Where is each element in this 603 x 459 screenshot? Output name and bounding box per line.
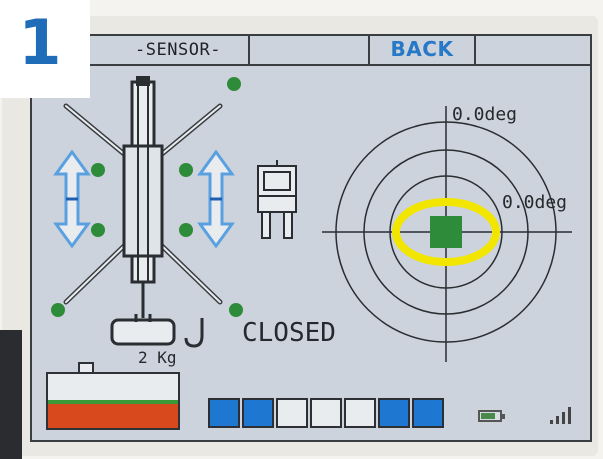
- status-dot: [51, 303, 65, 317]
- tilt-x-reading: 0.0deg: [452, 104, 518, 125]
- signal-icon: [550, 407, 571, 424]
- fuel-gauge: [46, 372, 180, 430]
- load-weight-icon: [110, 314, 176, 346]
- fuel-level-fill: [48, 404, 178, 428]
- status-dot: [227, 77, 241, 91]
- status-segment: [208, 398, 240, 428]
- status-segment: [412, 398, 444, 428]
- crane-mast-icon: [122, 76, 164, 318]
- tilt-y-reading: 0.0deg: [502, 192, 568, 213]
- status-segment: [242, 398, 274, 428]
- extend-arrow-left-icon: [53, 149, 91, 249]
- status-segment: [276, 398, 308, 428]
- status-dot: [91, 223, 105, 237]
- status-dot: [179, 223, 193, 237]
- step-badge: 1: [0, 0, 90, 98]
- status-dot: [91, 163, 105, 177]
- device-edge: [0, 330, 22, 459]
- display-screen: -SENSOR- BACK 0.0deg 0.0deg CLOSED 2 Kg: [30, 34, 592, 442]
- status-dot: [179, 163, 193, 177]
- segment-bar: [208, 398, 446, 428]
- machine-front-icon: [257, 160, 297, 239]
- step-number: 1: [18, 6, 62, 79]
- extend-arrow-right-icon: [197, 149, 235, 249]
- battery-tip: [502, 414, 505, 419]
- status-dot: [229, 303, 243, 317]
- battery-icon: [478, 410, 502, 422]
- status-segment: [310, 398, 342, 428]
- status-segment: [378, 398, 410, 428]
- load-weight-label: 2 Kg: [138, 348, 177, 367]
- hook-icon: [184, 318, 204, 348]
- level-indicator: [430, 216, 462, 248]
- hook-state-label: CLOSED: [242, 318, 336, 348]
- status-segment: [344, 398, 376, 428]
